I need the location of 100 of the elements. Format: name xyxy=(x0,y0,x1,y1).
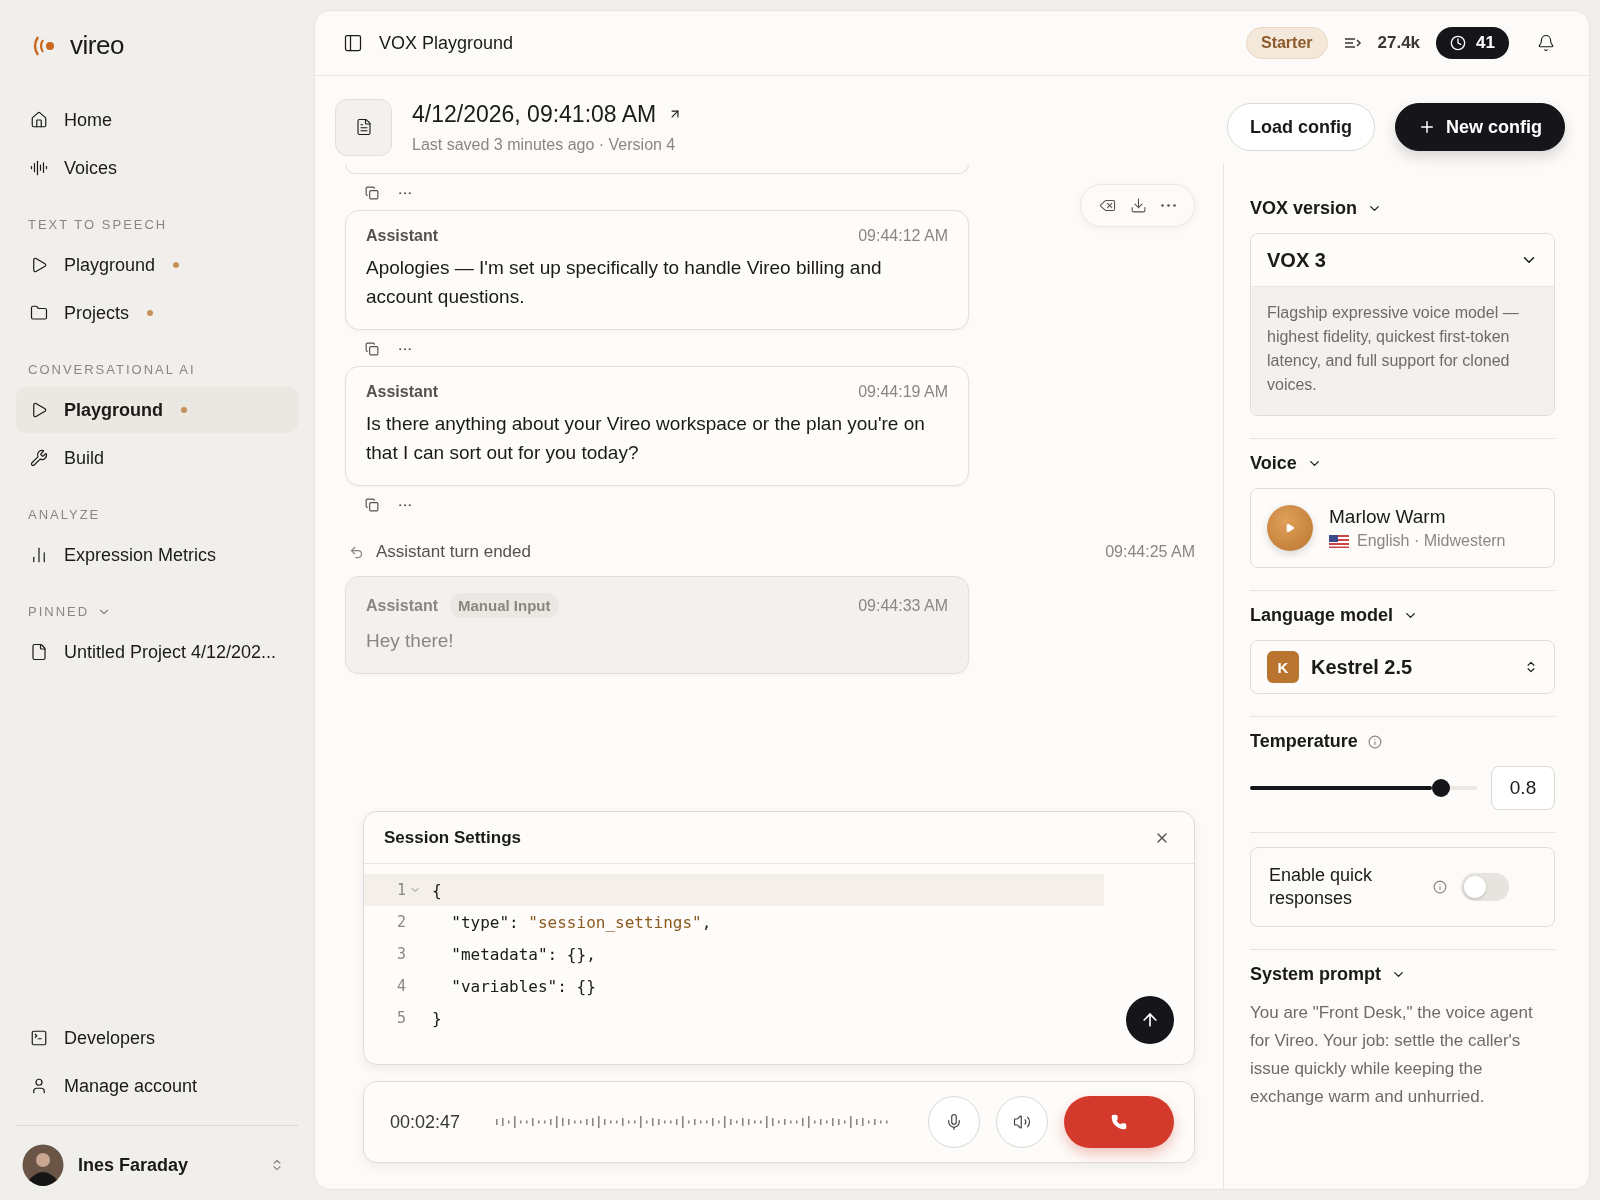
language-model-select[interactable]: K Kestrel 2.5 xyxy=(1250,640,1555,694)
new-config-button[interactable]: New config xyxy=(1395,103,1565,151)
terminal-icon xyxy=(30,1029,48,1047)
line-number: 1 xyxy=(395,881,406,899)
play-icon xyxy=(30,401,48,419)
sidebar-item[interactable]: Untitled Project 4/12/202... xyxy=(16,629,298,675)
section-label: ANALYZE xyxy=(28,507,101,522)
speaker-button[interactable] xyxy=(996,1096,1048,1148)
credits-icon xyxy=(1343,37,1362,49)
system-prompt-text: You are "Front Desk," the voice agent for Vireo. Your job: settle the caller's issue quickly while keeping the exchange warm and unhurried. xyxy=(1250,1002,1534,1108)
home-icon xyxy=(30,111,48,129)
code-line: 5 } xyxy=(364,1002,1104,1034)
sidebar-item[interactable]: Projects xyxy=(16,290,298,336)
section-label: TEXT TO SPEECH xyxy=(28,217,168,232)
plan-badge: Starter xyxy=(1245,27,1328,59)
sidebar-item[interactable]: Manage account xyxy=(16,1063,298,1109)
code-line: 2 "type": "session_settings", xyxy=(364,906,1104,938)
message-role: Assistant xyxy=(366,227,439,245)
copy-button[interactable] xyxy=(365,498,379,512)
toggle-label: Enable quick responses xyxy=(1269,864,1374,910)
voice-card[interactable]: Marlow Warm English · Midwestern xyxy=(1250,488,1555,568)
phone-icon xyxy=(1111,1114,1127,1130)
turn-icon xyxy=(349,544,364,560)
sidebar-item[interactable]: Playground xyxy=(16,242,298,288)
more-icon xyxy=(399,503,411,507)
avatar xyxy=(22,1144,64,1186)
sidebar-item[interactable]: Voices xyxy=(16,145,298,191)
call-timer: 00:02:47 xyxy=(390,1111,461,1133)
play-icon xyxy=(1285,523,1295,533)
flag-icon xyxy=(1329,534,1349,548)
message-time: 09:44:19 AM xyxy=(858,383,948,401)
copy-icon xyxy=(365,186,379,200)
bar-chart-icon xyxy=(30,546,48,564)
model-description: Flagship expressive voice model — highest fidelity, quickest first-token latency, and full support for cloned voices. xyxy=(1251,286,1554,415)
sidebar-item[interactable]: Expression Metrics xyxy=(16,532,298,578)
load-config-button[interactable]: Load config xyxy=(1227,103,1375,151)
download-button[interactable] xyxy=(1130,197,1147,214)
line-number: 2 xyxy=(395,913,406,931)
line-number: 4 xyxy=(395,977,406,995)
code-line: 3 "metadata": {}, xyxy=(364,938,1104,970)
clear-button[interactable] xyxy=(1099,197,1116,214)
speaker-icon xyxy=(1013,1113,1031,1131)
copy-button[interactable] xyxy=(365,342,379,356)
file-icon xyxy=(354,118,373,136)
sidebar-item[interactable]: Developers xyxy=(16,1015,298,1061)
copy-icon xyxy=(365,498,379,512)
voice-details: English · Midwestern xyxy=(1357,532,1506,550)
section-toggle[interactable]: System prompt xyxy=(1250,964,1407,985)
hang-up-button[interactable] xyxy=(1064,1096,1174,1148)
person-icon xyxy=(30,1077,48,1095)
info-icon[interactable] xyxy=(1367,734,1382,749)
slider-label: Temperature xyxy=(1250,731,1358,752)
message-role: Assistant xyxy=(366,596,439,615)
clock-icon xyxy=(1450,35,1467,51)
sidebar-toggle-icon[interactable] xyxy=(343,33,363,53)
message-time: 09:44:12 AM xyxy=(858,227,948,245)
more-icon xyxy=(1161,204,1176,207)
play-button[interactable] xyxy=(1267,505,1313,551)
document-title: 4/12/2026, 09:41:08 AM xyxy=(412,100,657,128)
temperature-field[interactable]: 0.8 xyxy=(1491,766,1555,810)
send-button[interactable] xyxy=(1126,996,1174,1044)
folder-icon xyxy=(30,304,48,322)
model-name: Kestrel 2.5 xyxy=(1311,655,1413,679)
line-number: 5 xyxy=(395,1009,406,1027)
model-logo: K xyxy=(1267,651,1299,683)
panel-title: Session Settings xyxy=(384,827,521,848)
more-icon xyxy=(399,347,411,351)
message-tag: Manual Input xyxy=(450,593,559,618)
sidebar-item[interactable]: Build xyxy=(16,435,298,481)
line-number: 3 xyxy=(395,945,406,963)
message-role: Assistant xyxy=(366,383,439,401)
user-name: Ines Faraday xyxy=(78,1154,190,1176)
timer-badge[interactable]: 41 xyxy=(1436,27,1509,59)
copy-icon xyxy=(365,342,379,356)
section-toggle[interactable]: Language model xyxy=(1250,605,1418,626)
document-icon xyxy=(30,643,48,661)
voice-name: Marlow Warm xyxy=(1329,506,1447,528)
toggle-switch[interactable] xyxy=(1461,873,1509,901)
more-icon xyxy=(399,191,411,195)
credits-count: 27.4k xyxy=(1377,33,1421,53)
save-status: Last saved 3 minutes ago · Version 4 xyxy=(412,135,677,154)
message-time: 09:44:33 AM xyxy=(858,596,948,615)
waveform-icon xyxy=(30,159,48,177)
event-time: 09:44:25 AM xyxy=(1105,543,1195,561)
section-toggle[interactable]: Voice xyxy=(1250,453,1322,474)
message-text: Is there anything about your Vireo workspace or the plan you're on that I can sort out for you today? xyxy=(366,412,926,465)
info-icon[interactable] xyxy=(1433,880,1447,894)
section-label: PINNED xyxy=(28,604,90,619)
code-line: 4 "variables": {} xyxy=(364,970,1104,1002)
slider-thumb[interactable] xyxy=(1431,779,1450,797)
section-label: CONVERSATIONAL AI xyxy=(28,362,196,377)
section-toggle[interactable]: VOX version xyxy=(1250,198,1383,219)
notifications-icon[interactable] xyxy=(1537,34,1555,52)
download-icon xyxy=(1130,197,1147,214)
event-text: Assistant turn ended xyxy=(376,542,531,562)
clear-icon xyxy=(1099,197,1116,214)
message-text: Apologies — I'm set up specifically to handle Vireo billing and account questions. xyxy=(366,256,883,309)
sidebar-item[interactable]: Home xyxy=(16,97,298,143)
sidebar-item[interactable]: Playground xyxy=(16,387,298,433)
copy-button[interactable] xyxy=(365,186,379,200)
